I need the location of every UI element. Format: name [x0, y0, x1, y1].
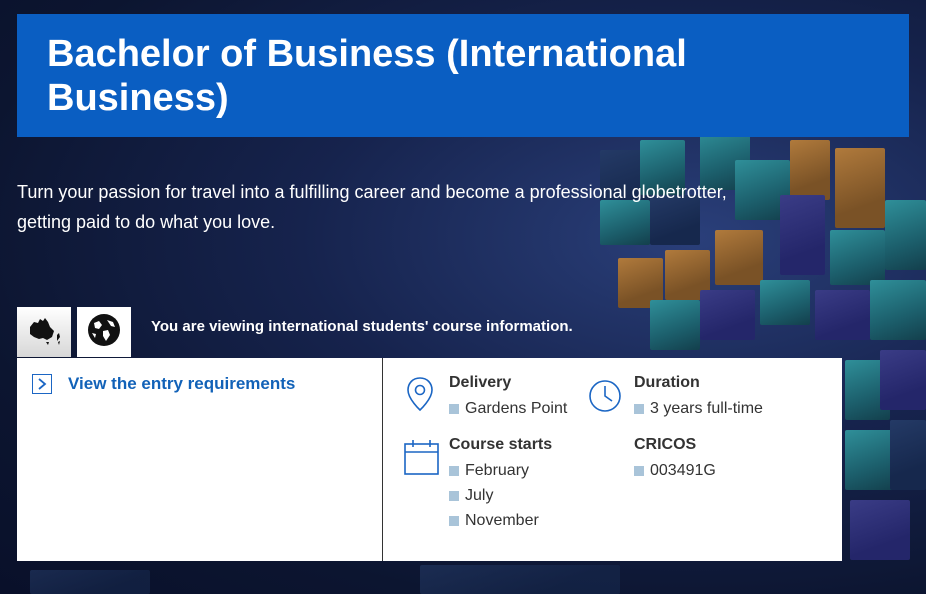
duration-heading: Duration: [634, 374, 700, 391]
page-title: Bachelor of Business (International Busi…: [47, 33, 687, 119]
list-item: February: [449, 458, 539, 483]
location-pin-icon: [403, 374, 437, 419]
student-type-notice: You are viewing international students' …: [151, 318, 573, 335]
list-item: July: [449, 483, 539, 508]
course-details-panel: Delivery Gardens Point Duration 3 years …: [383, 358, 842, 561]
calendar-icon: [403, 436, 441, 481]
course-intro: Turn your passion for travel into a fulf…: [17, 182, 727, 232]
entry-requirements-link[interactable]: View the entry requirements: [32, 374, 295, 394]
international-students-toggle[interactable]: [77, 307, 131, 357]
course-starts-heading: Course starts: [449, 436, 553, 453]
course-title-banner: Bachelor of Business (International Busi…: [17, 14, 909, 137]
clock-icon: [588, 374, 624, 419]
list-item: 003491G: [634, 458, 716, 483]
panel-divider: [382, 358, 383, 561]
list-item: November: [449, 508, 539, 533]
entry-requirements-label: View the entry requirements: [68, 374, 296, 393]
cricos-heading: CRICOS: [634, 436, 697, 453]
entry-requirements-panel: View the entry requirements: [17, 358, 382, 561]
australian-students-toggle[interactable]: [17, 307, 71, 357]
australia-map-icon: [24, 313, 64, 352]
list-item: Gardens Point: [449, 396, 567, 421]
delivery-heading: Delivery: [449, 374, 512, 391]
globe-icon: [86, 312, 122, 353]
list-item: 3 years full-time: [634, 396, 763, 421]
chevron-right-icon: [32, 374, 52, 394]
